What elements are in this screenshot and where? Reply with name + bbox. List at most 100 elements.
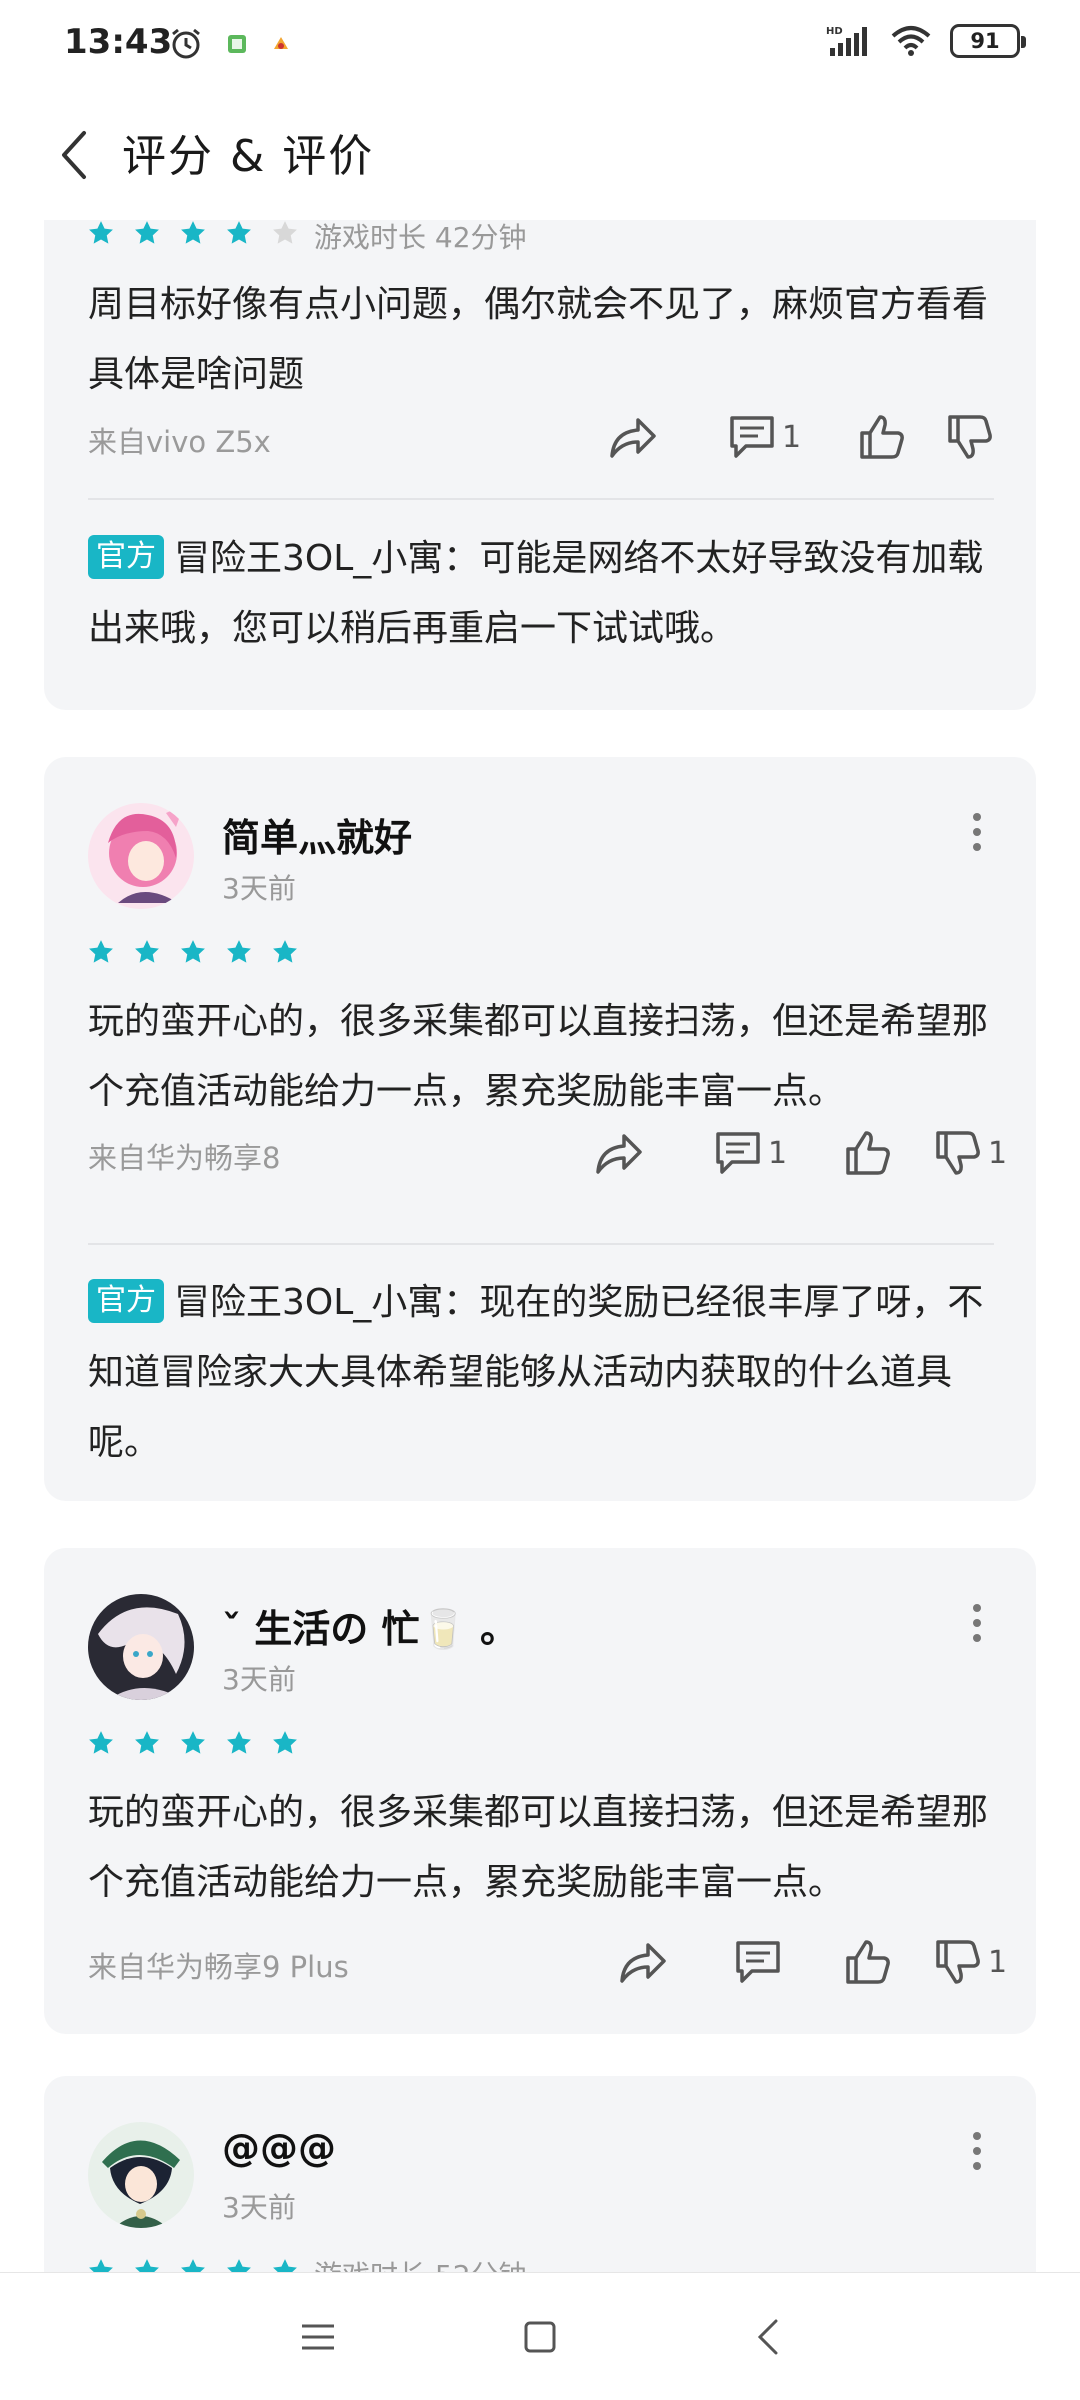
official-reply: 官方 冒险王3OL_小寓：可能是网络不太好导致没有加载出来哦，您可以稍后再重启一下… [88,524,994,664]
like-button[interactable] [858,413,906,461]
dislike-button[interactable]: 1 [934,1129,1007,1177]
username: @@@ [222,2126,336,2170]
reviews-list[interactable]: 游戏时长 42分钟 周目标好像有点小问题，偶尔就会不见了，麻烦官方看看具体是啥问… [0,220,1080,2272]
thumbs-up-icon [846,1131,890,1175]
system-nav-bar [0,2272,1080,2400]
more-options-button[interactable] [962,2126,992,2176]
thumbs-down-icon [936,1940,980,1984]
avatar[interactable] [88,803,194,909]
official-badge: 官方 [88,1279,164,1323]
status-icons-right: HD 91 [826,24,1026,58]
reply-author: 冒险王3OL_小寓： [174,1282,480,1323]
play-time: 游戏时长 52分钟 [314,2254,527,2272]
comment-button[interactable] [734,1938,782,1986]
username: ˇ 生活の 忙🥛 。 [222,1607,519,1651]
app-header: 评分 & 评价 [0,90,1080,220]
home-square-icon [524,2321,556,2353]
review-time: 3天前 [222,1663,296,1696]
star-filled-icon [227,940,251,963]
star-filled-icon [273,940,297,963]
star-filled-icon [135,940,159,963]
star-filled-icon [227,2259,251,2272]
cellular-signal-icon: HD [826,26,867,56]
username: 简单灬就好 [222,816,413,860]
review-actions: 来自vivo Z5x 1 [88,407,994,467]
home-button[interactable] [512,2309,568,2365]
status-bar: 13:43 HD 91 [0,0,1080,90]
device-label: 来自华为畅享9 Plus [88,1950,349,1984]
menu-icon [302,2324,334,2350]
comment-icon [716,1132,760,1174]
thumbs-down-icon [936,1131,980,1175]
official-reply: 官方 冒险王3OL_小寓：现在的奖励已经很丰厚了呀，不知道冒险家大大具体希望能够从… [88,1268,994,1478]
star-filled-icon [135,1731,159,1754]
star-empty-icon [273,221,297,244]
star-filled-icon [89,2259,113,2272]
like-button[interactable] [844,1129,892,1177]
comment-icon [730,416,774,458]
thumbs-up-icon [846,1940,890,1984]
menu-button[interactable] [290,2309,346,2365]
back-button[interactable] [56,120,116,190]
play-time: 游戏时长 42分钟 [314,221,527,254]
alarm-icon [172,28,200,59]
dislike-count: 1 [988,1944,1008,1980]
comment-icon [736,1941,780,1983]
share-button[interactable] [594,1129,644,1177]
star-filled-icon [89,940,113,963]
review-actions: 来自华为畅享8 1 1 [88,1123,1007,1183]
avatar[interactable] [88,2122,194,2228]
comment-button[interactable]: 1 [728,413,801,461]
star-filled-icon [181,940,205,963]
thumbs-up-icon [860,415,904,459]
share-button[interactable] [618,1938,668,1986]
status-time: 13:43 [64,22,173,62]
share-icon [610,418,656,458]
review-card: 简单灬就好 3天前 玩的蛮开心的，很多采集都可以直接扫荡，但还是希望那个充值活动… [44,757,1036,1501]
review-card: ˇ 生活の 忙🥛 。 3天前 玩的蛮开心的，很多采集都可以直接扫荡，但还是希望那… [44,1548,1036,2034]
game-notification-icon [274,37,288,49]
star-filled-icon [227,1731,251,1754]
status-icons-left [168,26,292,62]
share-icon [596,1134,642,1174]
divider [88,498,994,500]
page-title: 评分 & 评价 [122,131,375,182]
divider [88,1243,994,1245]
nav-back-button[interactable] [740,2309,796,2365]
avatar[interactable] [88,1594,194,1700]
dislike-count: 1 [988,1135,1008,1171]
device-label: 来自华为畅享8 [88,1141,281,1175]
review-card: 游戏时长 42分钟 周目标好像有点小问题，偶尔就会不见了，麻烦官方看看具体是啥问… [44,220,1036,710]
review-time: 3天前 [222,2191,296,2224]
device-label: 来自vivo Z5x [88,425,271,459]
share-icon [620,1943,666,1983]
star-filled-icon [273,1731,297,1754]
user-avatar-image [88,2122,194,2228]
star-rating [88,2258,298,2272]
share-button[interactable] [608,413,658,461]
battery-indicator: 91 [950,24,1026,58]
wifi-icon [891,26,931,56]
user-avatar-image [88,803,194,909]
dislike-button[interactable]: 1 [934,1938,1007,1986]
more-options-button[interactable] [962,1598,992,1648]
comment-button[interactable]: 1 [714,1129,787,1177]
star-filled-icon [181,1731,205,1754]
review-actions: 来自华为畅享9 Plus 1 [88,1932,1007,1992]
back-arrow-icon [62,131,86,179]
review-text: 玩的蛮开心的，很多采集都可以直接扫荡，但还是希望那个充值活动能给力一点，累充奖励… [88,1001,989,1112]
back-triangle-icon [757,2319,778,2355]
app-notification-icon [228,35,246,53]
star-filled-icon [89,1731,113,1754]
star-filled-icon [89,221,113,244]
star-rating [88,939,298,965]
dislike-button[interactable] [946,413,994,461]
review-text: 玩的蛮开心的，很多采集都可以直接扫荡，但还是希望那个充值活动能给力一点，累充奖励… [88,1792,989,1903]
like-button[interactable] [844,1938,892,1986]
star-filled-icon [273,2259,297,2272]
star-rating [88,220,298,246]
svg-text:HD: HD [826,26,843,37]
star-filled-icon [181,2259,205,2272]
user-avatar-image [88,1594,194,1700]
more-options-button[interactable] [962,807,992,857]
